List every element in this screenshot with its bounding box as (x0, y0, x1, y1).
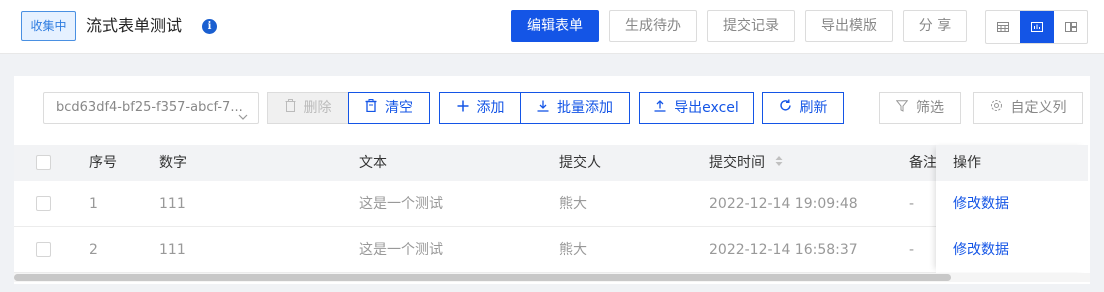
cell-remark: - (909, 196, 915, 212)
generate-todo-button[interactable]: 生成待办 (609, 10, 697, 42)
custom-columns-button[interactable]: 自定义列 (973, 92, 1083, 124)
scrollbar-thumb[interactable] (14, 274, 951, 281)
filter-button[interactable]: 筛选 (879, 92, 961, 124)
export-excel-button[interactable]: 导出excel (639, 92, 754, 124)
refresh-button[interactable]: 刷新 (762, 92, 844, 124)
submit-time-label: 提交时间 (709, 155, 765, 171)
page-header: 收集中 流式表单测试 i 编辑表单 生成待办 提交记录 导出模版 分 享 (0, 0, 1104, 54)
column-header-submitter: 提交人 (559, 155, 601, 171)
table-header: 序号 数字 文本 提交人 提交时间 备注 操作 (14, 145, 1088, 181)
cell-text: 这是一个测试 (359, 196, 443, 212)
select-all-checkbox[interactable] (36, 155, 51, 170)
gear-icon (990, 93, 1003, 123)
chart-view-icon[interactable] (1020, 11, 1054, 43)
column-header-remark: 备注 (909, 155, 937, 171)
column-header-index: 序号 (89, 155, 117, 171)
delete-label: 删除 (303, 100, 332, 116)
delete-button[interactable]: 删除 (267, 92, 349, 124)
share-button[interactable]: 分 享 (903, 10, 967, 42)
cell-remark: - (909, 242, 915, 258)
page-title: 流式表单测试 (86, 16, 183, 35)
select-value: bcd63df4-bf25-f357-abcf-7... (56, 100, 243, 115)
card-view-icon[interactable] (1054, 11, 1088, 43)
refresh-icon (779, 93, 792, 123)
edit-form-button[interactable]: 编辑表单 (511, 10, 599, 42)
info-icon[interactable]: i (202, 19, 217, 34)
status-badge: 收集中 (21, 11, 76, 41)
cell-index: 2 (89, 242, 98, 258)
add-button[interactable]: 添加 (439, 92, 522, 124)
table-row: 1 111 这是一个测试 熊大 2022-12-14 19:09:48 - 修改… (14, 181, 1088, 227)
row-checkbox[interactable] (36, 242, 51, 257)
clear-button[interactable]: 清空 (348, 92, 430, 124)
column-header-number: 数字 (159, 155, 187, 171)
edit-data-link[interactable]: 修改数据 (936, 181, 1088, 227)
edit-data-link[interactable]: 修改数据 (936, 227, 1088, 273)
cell-text: 这是一个测试 (359, 242, 443, 258)
plus-icon (457, 93, 469, 123)
cell-submitter: 熊大 (559, 242, 587, 258)
sort-icon[interactable] (775, 145, 783, 181)
download-icon (537, 93, 549, 123)
form-version-select[interactable]: bcd63df4-bf25-f357-abcf-7... (43, 92, 259, 124)
add-label: 添加 (476, 100, 505, 116)
column-header-text: 文本 (359, 155, 387, 171)
export-template-button[interactable]: 导出模版 (805, 10, 893, 42)
cell-submit-time: 2022-12-14 16:58:37 (709, 242, 858, 258)
refresh-label: 刷新 (799, 100, 828, 116)
upload-icon (654, 93, 666, 123)
cell-submitter: 熊大 (559, 196, 587, 212)
batch-add-label: 批量添加 (557, 100, 613, 116)
filter-label: 筛选 (916, 100, 944, 116)
horizontal-scrollbar[interactable] (14, 273, 1090, 282)
table-row: 2 111 这是一个测试 熊大 2022-12-14 16:58:37 - 修改… (14, 227, 1088, 273)
column-header-actions: 操作 (936, 145, 1088, 181)
view-switcher (985, 10, 1088, 44)
clear-label: 清空 (385, 100, 413, 116)
cell-submit-time: 2022-12-14 19:09:48 (709, 196, 858, 212)
row-checkbox[interactable] (36, 196, 51, 211)
cell-number: 111 (159, 242, 186, 258)
trash-icon (285, 93, 296, 123)
cell-number: 111 (159, 196, 186, 212)
export-excel-label: 导出excel (674, 100, 739, 116)
column-header-submit-time[interactable]: 提交时间 (709, 145, 783, 181)
clear-icon (365, 93, 377, 123)
filter-icon (895, 93, 909, 123)
chevron-down-icon (238, 103, 248, 133)
cell-index: 1 (89, 196, 98, 212)
batch-add-button[interactable]: 批量添加 (520, 92, 630, 124)
table-view-icon[interactable] (986, 11, 1020, 43)
submit-records-button[interactable]: 提交记录 (707, 10, 795, 42)
custom-columns-label: 自定义列 (1010, 100, 1067, 116)
